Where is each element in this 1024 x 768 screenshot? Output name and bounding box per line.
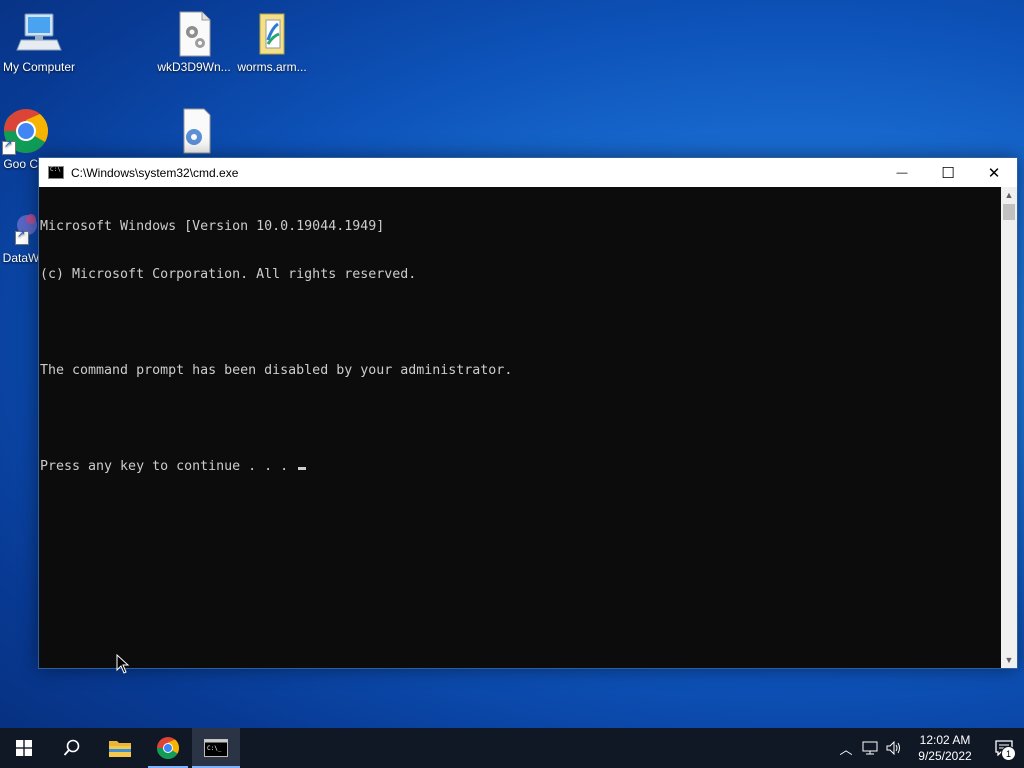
- scroll-up-arrow-icon[interactable]: ▲: [1001, 187, 1017, 203]
- shortcut-arrow-icon: [2, 139, 16, 155]
- console-prompt-text: Press any key to continue . . .: [40, 459, 297, 474]
- network-icon[interactable]: [858, 728, 882, 768]
- clock-time: 12:02 AM: [919, 733, 971, 747]
- file-explorer-button[interactable]: [96, 728, 144, 768]
- shortcut-arrow-icon: [15, 229, 29, 245]
- action-center-button[interactable]: 1: [984, 728, 1024, 768]
- desktop-icon-settings-file[interactable]: [156, 107, 232, 157]
- windows-logo-icon: [16, 740, 32, 756]
- close-icon: ✕: [987, 164, 1001, 182]
- console-prompt-line: Press any key to continue . . .: [40, 459, 1001, 475]
- desktop-icon-label: My Computer: [2, 60, 76, 74]
- desktop-icon-wkd3d9wn[interactable]: wkD3D9Wn...: [156, 10, 232, 74]
- console-line: The command prompt has been disabled by …: [40, 363, 513, 378]
- desktop-icon-dataw[interactable]: DataW: [1, 205, 41, 265]
- chrome-button[interactable]: [144, 728, 192, 768]
- window-title: C:\Windows\system32\cmd.exe: [71, 165, 239, 180]
- vertical-scrollbar[interactable]: ▲ ▼: [1001, 187, 1017, 668]
- console-output[interactable]: Microsoft Windows [Version 10.0.19044.19…: [39, 187, 1001, 668]
- taskbar-clock[interactable]: 12:02 AM 9/25/2022: [912, 732, 978, 764]
- console-line: (c) Microsoft Corporation. All rights re…: [40, 267, 417, 282]
- system-tray: ︿ 12:02 AM 9/25/2022 1: [834, 728, 1024, 768]
- chrome-icon: [2, 107, 50, 155]
- scroll-down-arrow-icon[interactable]: ▼: [1001, 652, 1017, 668]
- console-line: Microsoft Windows [Version 10.0.19044.19…: [40, 219, 385, 234]
- maximize-icon: ☐: [941, 164, 955, 182]
- minimize-icon: —: [896, 166, 908, 179]
- document-file-icon: [248, 10, 296, 58]
- clock-date: 9/25/2022: [918, 749, 972, 763]
- chevron-up-icon[interactable]: ︿: [834, 728, 858, 768]
- folder-icon: [109, 741, 131, 757]
- chrome-icon: [157, 737, 179, 759]
- search-button[interactable]: [48, 728, 96, 768]
- desktop-icon-label: DataW: [2, 251, 40, 265]
- cmd-app-icon: [48, 166, 64, 179]
- settings-file-icon: [170, 107, 218, 155]
- desktop-icon-label: wkD3D9Wn...: [157, 60, 231, 74]
- scrollbar-thumb[interactable]: [1003, 204, 1015, 220]
- desktop-icon-worms-arm[interactable]: worms.arm...: [234, 10, 310, 74]
- notification-count-badge: 1: [1001, 746, 1016, 761]
- cmd-button[interactable]: C:\_: [192, 728, 240, 768]
- app-shortcut-icon: [1, 205, 41, 249]
- computer-icon: [15, 10, 63, 58]
- mouse-pointer-icon: [116, 654, 130, 674]
- desktop-icon-my-computer[interactable]: My Computer: [1, 10, 77, 74]
- minimize-button[interactable]: —: [879, 158, 925, 187]
- start-button[interactable]: [0, 728, 48, 768]
- cmd-window[interactable]: C:\Windows\system32\cmd.exe — ☐ ✕ Micros…: [38, 157, 1018, 669]
- maximize-button[interactable]: ☐: [925, 158, 971, 187]
- search-icon: [63, 739, 80, 756]
- desktop-icon-label: worms.arm...: [237, 60, 307, 74]
- window-titlebar[interactable]: C:\Windows\system32\cmd.exe — ☐ ✕: [39, 158, 1017, 187]
- terminal-icon: C:\_: [204, 739, 228, 757]
- taskbar: C:\_ ︿ 12:02 AM 9/25/2022 1: [0, 728, 1024, 768]
- settings-file-icon: [170, 10, 218, 58]
- volume-icon[interactable]: [882, 728, 906, 768]
- svg-text:C:\_: C:\_: [207, 745, 222, 752]
- text-cursor: [298, 467, 307, 470]
- close-button[interactable]: ✕: [971, 158, 1017, 187]
